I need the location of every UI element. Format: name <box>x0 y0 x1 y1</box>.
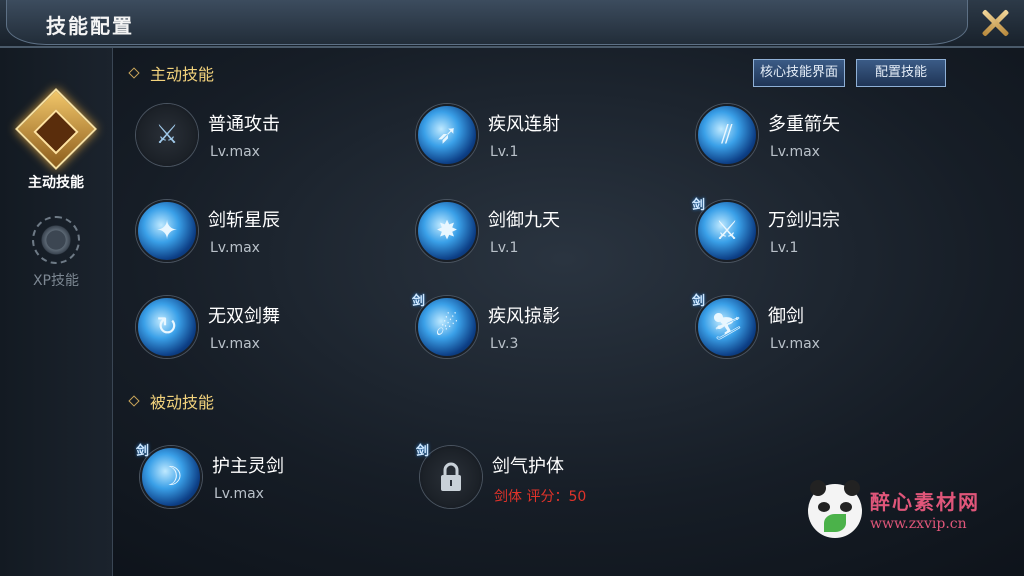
skill-level: Lv.3 <box>490 336 519 352</box>
diamond-bullet-icon <box>128 395 140 407</box>
sword-icon: ⚔ <box>136 104 198 166</box>
sidebar-tab-active-skills[interactable]: 主动技能 <box>6 87 106 192</box>
panda-logo-icon <box>808 480 862 538</box>
skill-name: 万剑归宗 <box>768 210 840 231</box>
sidebar-tab-xp-skills[interactable]: XP技能 <box>6 216 106 290</box>
title-bar: 技能配置 <box>0 0 1024 48</box>
skill-slot[interactable]: ⫽ 多重箭矢 Lv.max <box>696 104 956 170</box>
sword-tag: 剑 <box>412 294 426 309</box>
sky-sword-icon: ✸ <box>416 200 478 262</box>
skill-name: 剑御九天 <box>488 210 560 231</box>
gale-shot-icon: ➶ <box>416 104 478 166</box>
skill-slot[interactable]: ✦ 剑斩星辰 Lv.max <box>136 200 396 266</box>
sword-tag: 剑 <box>692 198 706 213</box>
skill-unlock-requirement: 剑体 评分：50 <box>494 489 587 505</box>
skill-level: Lv.max <box>770 144 820 160</box>
star-slash-icon: ✦ <box>136 200 198 262</box>
sword-dance-icon: ↻ <box>136 296 198 358</box>
section-title: 被动技能 <box>150 393 215 412</box>
spiral-icon <box>32 216 80 264</box>
skill-name: 多重箭矢 <box>768 114 840 135</box>
sword-tag: 剑 <box>692 294 706 309</box>
watermark: 醉心素材网 www.zxvip.cn <box>808 480 1018 544</box>
skill-slot[interactable]: ⚔ 剑 万剑归宗 Lv.1 <box>692 198 956 266</box>
book-icon <box>14 87 98 171</box>
close-button[interactable] <box>978 6 1012 40</box>
sidebar-tab-label: 主动技能 <box>28 175 84 191</box>
ten-thousand-swords-icon: ⚔ <box>696 200 758 262</box>
lock-icon <box>420 446 482 508</box>
skill-slot[interactable]: ✸ 剑御九天 Lv.1 <box>416 200 676 266</box>
skill-name: 剑斩星辰 <box>208 210 280 231</box>
skill-name: 护主灵剑 <box>212 456 284 477</box>
skill-level: Lv.1 <box>490 144 519 160</box>
skill-level: Lv.max <box>210 144 260 160</box>
skill-slot[interactable]: ☄ 剑 疾风掠影 Lv.3 <box>412 294 676 362</box>
sidebar-tab-label: XP技能 <box>32 273 80 289</box>
skill-slot[interactable]: ☽ 剑 护主灵剑 Lv.max <box>136 444 400 512</box>
skill-level: Lv.max <box>770 336 820 352</box>
multi-arrow-icon: ⫽ <box>696 104 758 166</box>
sword-tag: 剑 <box>136 444 150 459</box>
watermark-url: www.zxvip.cn <box>870 516 967 532</box>
sword-ride-icon: ⛷ <box>696 296 758 358</box>
watermark-text: 醉心素材网 <box>870 490 980 514</box>
skill-level: Lv.max <box>210 336 260 352</box>
section-header-passive: 被动技能 <box>128 389 215 413</box>
skill-name: 无双剑舞 <box>208 306 280 327</box>
skill-slot[interactable]: ↻ 无双剑舞 Lv.max <box>136 296 396 362</box>
guardian-sword-icon: ☽ <box>140 446 202 508</box>
sword-tag: 剑 <box>416 444 430 459</box>
skill-name: 普通攻击 <box>208 114 280 135</box>
title-tab <box>6 0 968 45</box>
sidebar: 主动技能 XP技能 <box>0 48 113 576</box>
section-title: 主动技能 <box>150 65 215 84</box>
skill-level: Lv.max <box>210 240 260 256</box>
diamond-bullet-icon <box>128 67 140 79</box>
skill-name: 疾风连射 <box>488 114 560 135</box>
skill-slot[interactable]: ⚔ 普通攻击 Lv.max <box>136 104 396 170</box>
skill-slot-locked[interactable]: 剑 剑气护体 剑体 评分：50 <box>416 444 680 512</box>
configure-skills-button[interactable]: 配置技能 <box>856 59 946 87</box>
page-title: 技能配置 <box>46 14 134 38</box>
skill-slot[interactable]: ➶ 疾风连射 Lv.1 <box>416 104 676 170</box>
skill-name: 御剑 <box>768 306 804 327</box>
skill-slot[interactable]: ⛷ 剑 御剑 Lv.max <box>692 294 956 362</box>
skill-name: 剑气护体 <box>492 456 564 477</box>
skill-level: Lv.1 <box>490 240 519 256</box>
gale-shadow-icon: ☄ <box>416 296 478 358</box>
section-header-active: 主动技能 <box>128 61 215 85</box>
core-skills-button[interactable]: 核心技能界面 <box>753 59 845 87</box>
skill-level: Lv.1 <box>770 240 799 256</box>
skill-level: Lv.max <box>214 486 264 502</box>
skill-name: 疾风掠影 <box>488 306 560 327</box>
